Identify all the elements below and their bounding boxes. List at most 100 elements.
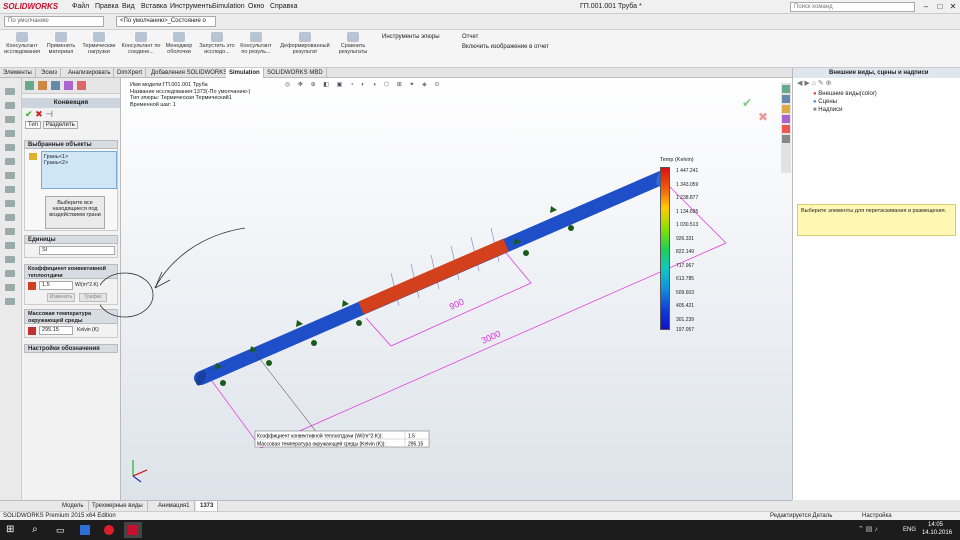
tool-icon[interactable] [5, 214, 15, 221]
coefficient-input[interactable]: 1.5 [39, 281, 73, 290]
tool-icon[interactable] [5, 172, 15, 179]
tab-animation[interactable]: Анимация1 [154, 501, 195, 511]
search-input[interactable]: Поиск команд [790, 2, 915, 12]
tool-icon[interactable] [5, 200, 15, 207]
tool-icon[interactable] [5, 116, 15, 123]
clock-time[interactable]: 14:05 [928, 522, 943, 528]
tab-dimxpert[interactable]: DimXpert [114, 68, 147, 78]
deformed-result-button[interactable]: Деформированный результат [276, 32, 334, 55]
plot-tools-button[interactable]: Инструменты эпюры [382, 34, 440, 40]
tab-type[interactable]: Тип [25, 121, 42, 129]
menu-simulation[interactable]: Simulation [212, 3, 245, 10]
tab-sketch[interactable]: Эскиз [38, 68, 62, 78]
legend-tick: 1 030.513 [676, 222, 699, 228]
svg-text:Массовая температура окружающе: Массовая температура окружающей среды (K… [257, 441, 386, 448]
faces-list[interactable]: Грань<1> Грань<2> [41, 151, 117, 189]
tray-icons[interactable]: ⌃ ▤ ♪ [858, 525, 878, 533]
windows-start-icon[interactable]: ⊞ [6, 524, 14, 535]
tab-model[interactable]: Модель [58, 501, 89, 511]
tool-icon[interactable] [5, 130, 15, 137]
dimension-900[interactable]: 900 [448, 297, 466, 312]
menu-help[interactable]: Справка [270, 3, 297, 10]
menu-view[interactable]: Вид [122, 3, 135, 10]
tool-icon[interactable] [5, 256, 15, 263]
appearances-icon[interactable] [782, 125, 790, 133]
compare-results-button[interactable]: Сравнить результаты [336, 32, 370, 55]
maximize-icon[interactable]: □ [934, 1, 946, 12]
tool-icon[interactable] [5, 102, 15, 109]
tool-icon[interactable] [5, 186, 15, 193]
tab-split[interactable]: Разделить [42, 121, 78, 129]
pipe-segment-hot[interactable] [358, 238, 509, 315]
solidworks-logo[interactable]: SOLIDWORKS [3, 2, 58, 11]
legend-tick: 1 134.695 [676, 208, 699, 215]
tool-icon[interactable] [5, 270, 15, 277]
tab-evaluate[interactable]: Анализировать [65, 68, 115, 78]
include-image-button[interactable]: Включить изображение в отчет [462, 44, 549, 50]
thermal-loads-button[interactable]: Термические нагрузки [80, 32, 118, 55]
section-header[interactable]: Настройки обозначения [24, 344, 118, 353]
tab-mbd[interactable]: SOLIDWORKS MBD [264, 68, 327, 78]
select-all-faces-button[interactable]: Выберите все находящиеся под воздействие… [45, 196, 105, 229]
clock-date[interactable]: 14.10.2016 [922, 530, 952, 536]
apply-material-button[interactable]: Применить материал [44, 32, 78, 55]
menu-edit[interactable]: Правка [95, 3, 119, 10]
property-icon[interactable] [37, 81, 47, 90]
config-icon[interactable] [50, 81, 60, 90]
tool-icon[interactable] [5, 298, 15, 305]
shell-manager-button[interactable]: Менеджер оболочки [162, 32, 196, 55]
tree-item-scenes[interactable]: ● Сцены [813, 98, 960, 106]
feature-tree-icon[interactable] [25, 81, 34, 90]
task-view-icon[interactable]: ▭ [56, 525, 65, 536]
tab-study[interactable]: 1373 [196, 501, 219, 511]
decal-icon: ■ [813, 107, 817, 113]
temperature-legend-bar[interactable] [660, 167, 670, 330]
tree-item-appearances[interactable]: ● Внешние виды(color) [813, 90, 960, 98]
section-header[interactable]: Выбранные объекты [24, 140, 118, 149]
cancel-icon[interactable]: ✖ [35, 109, 43, 119]
task-pane-nav[interactable]: ◀ ▶ ⌂ ✎ ⊕ [793, 78, 960, 90]
tool-icon[interactable] [5, 242, 15, 249]
results-advisor-button[interactable]: Консультант по резуль... [238, 32, 274, 55]
tool-icon[interactable] [5, 88, 15, 95]
connections-advisor-button[interactable]: Консультант по соедине... [120, 32, 162, 55]
resources-icon[interactable] [782, 85, 790, 93]
view-palette-icon[interactable] [782, 115, 790, 123]
menu-window[interactable]: Окно [248, 3, 264, 10]
ambient-temp-input[interactable]: 295.15 [39, 326, 73, 335]
report-button[interactable]: Отчет [462, 34, 478, 40]
tool-icon[interactable] [5, 158, 15, 165]
change-button[interactable]: Изменить [47, 293, 75, 302]
tree-item-decals[interactable]: ■ Надписи [813, 106, 960, 114]
run-study-button[interactable]: Запустить это исследо... [198, 32, 236, 55]
close-icon[interactable]: ✕ [947, 1, 959, 12]
menu-file[interactable]: Файл [72, 3, 89, 10]
custom-props-icon[interactable] [782, 135, 790, 143]
language-indicator[interactable]: ENG [903, 527, 916, 533]
ok-icon[interactable]: ✔ [25, 109, 33, 119]
minimize-icon[interactable]: – [920, 1, 932, 12]
tool-icon[interactable] [5, 284, 15, 291]
tool-icon[interactable] [5, 228, 15, 235]
search-icon[interactable]: ⌕ [32, 524, 38, 535]
tab-simulation[interactable]: Simulation [226, 68, 264, 78]
tab-addins[interactable]: Добавления SOLIDWORKS [148, 68, 232, 78]
results-icon [250, 32, 262, 42]
explorer-icon[interactable] [782, 105, 790, 113]
list-item[interactable]: Грань<2> [44, 160, 114, 166]
tab-features[interactable]: Элементы [0, 68, 36, 78]
dimxpert-icon[interactable] [63, 81, 73, 90]
tab-3d-views[interactable]: Трехмерные виды [88, 501, 148, 511]
load-callout[interactable]: Коэффициент конвективной теплоотдачи (W/… [254, 430, 430, 448]
tool-icon[interactable] [5, 144, 15, 151]
menu-tools[interactable]: Инструменты [170, 3, 214, 10]
study-advisor-button[interactable]: Консультант исследования [2, 32, 42, 55]
opera-icon[interactable] [104, 525, 114, 535]
library-icon[interactable] [782, 95, 790, 103]
configuration-select[interactable]: По умолчанию [4, 16, 104, 27]
display-state-select[interactable]: <По умолчанию>_Состояние о [116, 16, 216, 27]
display-icon[interactable] [76, 81, 86, 90]
edge-icon[interactable] [80, 525, 90, 535]
menu-insert[interactable]: Вставка [141, 3, 167, 10]
pin-icon[interactable]: ⊣ [45, 109, 53, 119]
